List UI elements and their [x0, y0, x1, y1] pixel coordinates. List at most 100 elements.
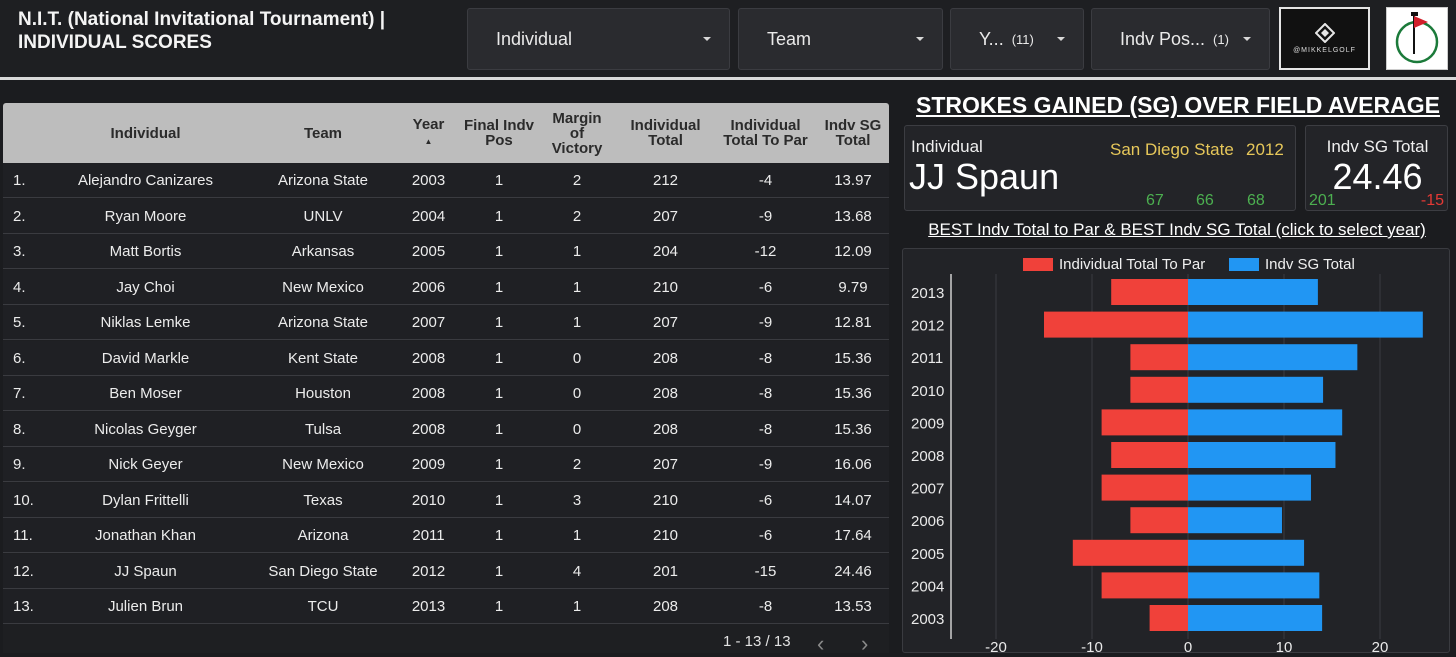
cell-pos: 1 — [494, 456, 504, 473]
cell-sg: 12.81 — [834, 314, 872, 331]
bar-sg-total[interactable] — [1188, 409, 1343, 436]
next-page-button[interactable]: › — [861, 631, 868, 657]
bar-sg-total[interactable] — [1188, 507, 1282, 534]
x-tick-label: -20 — [985, 639, 1007, 654]
bar-to-par[interactable] — [1111, 279, 1188, 305]
cell-individual: Dylan Frittelli — [102, 491, 189, 509]
cell-to-par: -6 — [758, 527, 773, 544]
bar-sg-total[interactable] — [1188, 311, 1423, 338]
position-filter-dropdown[interactable]: Indv Pos... (1) — [1091, 8, 1270, 70]
cell-to-par: -9 — [758, 207, 773, 225]
cell-team: New Mexico — [282, 456, 364, 473]
college-golf-logo[interactable] — [1386, 7, 1448, 70]
col-header-final-pos[interactable]: Final Indv Pos — [459, 103, 539, 163]
col-header-year[interactable]: Year ▲ — [401, 103, 456, 163]
cell-total: 212 — [652, 172, 679, 189]
y-tick-label: 2005 — [911, 546, 944, 563]
bar-to-par[interactable] — [1111, 442, 1188, 468]
team-filter-dropdown[interactable]: Team — [738, 8, 943, 70]
bar-to-par[interactable] — [1101, 572, 1188, 599]
y-tick-label: 2006 — [911, 513, 944, 530]
cell-margin: 4 — [572, 562, 582, 580]
dropdown-label: Y... — [979, 28, 1004, 49]
bar-to-par[interactable] — [1044, 311, 1188, 338]
bar-sg-total[interactable] — [1188, 539, 1305, 566]
y-tick-label: 2003 — [911, 611, 944, 628]
cell-team: TCU — [307, 598, 339, 615]
cell-total: 207 — [652, 456, 679, 473]
cell-n: 7. — [13, 385, 26, 402]
bar-to-par[interactable] — [1072, 539, 1188, 566]
table-row[interactable]: 8. Nicolas Geyger Tulsa 2008 1 0 208 -8 15.36 — [3, 411, 889, 447]
bar-to-par[interactable] — [1149, 605, 1188, 631]
col-header-margin[interactable]: Margin of Victory — [546, 103, 608, 163]
col-header-total[interactable]: Individual Total — [623, 103, 708, 163]
cell-total: 208 — [652, 385, 679, 402]
table-row[interactable]: 12. JJ Spaun San Diego State 2012 1 4 201 -15 24… — [3, 553, 889, 589]
table-row[interactable]: 6. David Markle Kent State 2008 1 0 208 -8 15.36 — [3, 340, 889, 376]
cell-team: Tulsa — [304, 420, 342, 438]
col-header-to-par[interactable]: Individual Total To Par — [718, 103, 813, 163]
cell-individual: Matt Bortis — [109, 243, 182, 260]
table-row[interactable]: 3. Matt Bortis Arkansas 2005 1 1 204 -12 12.09 — [3, 234, 889, 269]
scorecard-label: Individual — [911, 137, 983, 156]
cell-to-par: -8 — [758, 598, 773, 615]
table-row[interactable]: 7. Ben Moser Houston 2008 1 0 208 -8 15.36 — [3, 376, 889, 411]
bar-sg-total[interactable] — [1188, 376, 1324, 403]
col-header-sg[interactable]: Indv SG Total — [818, 103, 888, 163]
cell-year: 2004 — [411, 207, 446, 225]
bar-sg-total[interactable] — [1188, 572, 1320, 599]
table-row[interactable]: 5. Niklas Lemke Arizona State 2007 1 1 207 -9 12… — [3, 305, 889, 340]
cell-total: 207 — [652, 314, 679, 331]
cell-year: 2005 — [411, 243, 446, 260]
cell-year: 2008 — [411, 420, 446, 438]
cell-pos: 1 — [494, 491, 504, 509]
sg-card-label: Indv SG Total — [1326, 137, 1429, 156]
scorecard-team: San Diego State — [1110, 140, 1234, 159]
bar-to-par[interactable] — [1130, 376, 1188, 403]
sg-total-scorecard: Indv SG Total 24.46 201 -15 — [1305, 125, 1448, 211]
y-tick-label: 2011 — [911, 350, 943, 367]
cell-sg: 24.46 — [834, 562, 872, 580]
table-row[interactable]: 11. Jonathan Khan Arizona 2011 1 1 210 -6 17.64 — [3, 518, 889, 553]
bar-to-par[interactable] — [1130, 344, 1188, 371]
cell-pos: 1 — [494, 349, 504, 367]
table-row[interactable]: 1. Alejandro Canizares Arizona State 2003 1 2… — [3, 163, 889, 198]
cell-n: 8. — [13, 420, 26, 438]
pagination-label: 1 - 13 / 13 — [723, 633, 791, 650]
table-row[interactable]: 4. Jay Choi New Mexico 2006 1 1 210 -6 9.79 — [3, 269, 889, 305]
individual-filter-dropdown[interactable]: Individual — [467, 8, 730, 70]
bar-sg-total[interactable] — [1188, 474, 1311, 501]
cell-sg: 17.64 — [834, 527, 872, 544]
table-row[interactable]: 13. Julien Brun TCU 2013 1 1 208 -8 13.53 — [3, 589, 889, 624]
bar-sg-total[interactable] — [1188, 279, 1318, 305]
year-filter-dropdown[interactable]: Y... (11) — [950, 8, 1084, 70]
bar-to-par[interactable] — [1101, 474, 1188, 501]
cell-n: 11. — [13, 527, 33, 544]
cell-team: New Mexico — [282, 278, 364, 296]
table-row[interactable]: 2. Ryan Moore UNLV 2004 1 2 207 -9 13.68 — [3, 198, 889, 234]
col-header-individual[interactable]: Individual — [63, 103, 228, 163]
dashboard-header: N.I.T. (National Invitational Tournament… — [0, 0, 1456, 80]
bar-sg-total[interactable] — [1188, 605, 1323, 631]
cell-team: Kent State — [287, 349, 359, 367]
table-row[interactable]: 9. Nick Geyer New Mexico 2009 1 2 207 -9 16.06 — [3, 447, 889, 482]
cell-total: 204 — [652, 243, 679, 260]
bar-to-par[interactable] — [1101, 409, 1188, 436]
cell-n: 2. — [13, 207, 26, 225]
table-row[interactable]: 10. Dylan Frittelli Texas 2010 1 3 210 -6 14.07 — [3, 482, 889, 518]
mikkelgolf-logo[interactable]: @MIKKELGOLF — [1279, 7, 1370, 70]
cell-team: Arizona — [297, 527, 349, 544]
cell-total: 210 — [652, 278, 679, 296]
chevron-down-icon — [703, 37, 711, 41]
bar-sg-total[interactable] — [1188, 442, 1336, 468]
col-header-team[interactable]: Team — [248, 103, 398, 163]
best-chart-title[interactable]: BEST Indv Total to Par & BEST Indv SG To… — [904, 220, 1450, 240]
cell-to-par: -9 — [758, 456, 773, 473]
cell-individual: JJ Spaun — [114, 562, 177, 580]
bar-sg-total[interactable] — [1188, 344, 1358, 371]
cell-n: 9. — [13, 456, 26, 473]
prev-page-button[interactable]: ‹ — [817, 631, 824, 657]
cell-pos: 1 — [494, 207, 504, 225]
bar-to-par[interactable] — [1130, 507, 1188, 534]
